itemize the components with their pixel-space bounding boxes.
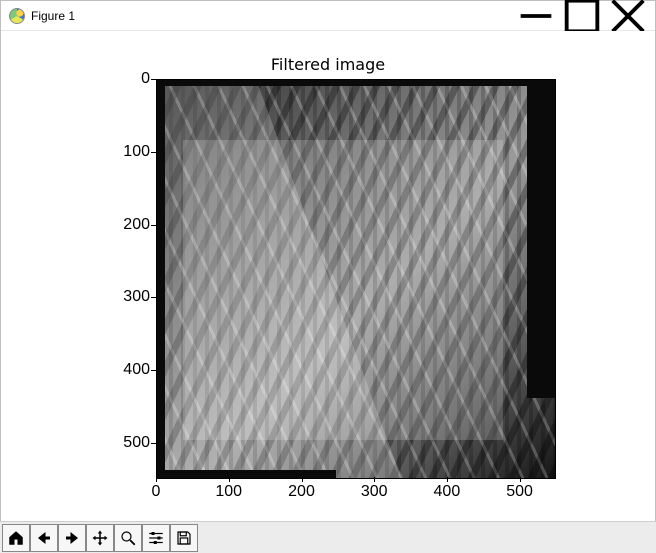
configure-subplots-button[interactable] xyxy=(142,524,170,552)
close-button[interactable] xyxy=(605,1,651,31)
image-dark-margin xyxy=(157,80,165,478)
window-title: Figure 1 xyxy=(31,9,75,23)
zoom-button[interactable] xyxy=(114,524,142,552)
magnifier-icon xyxy=(119,529,137,547)
save-button[interactable] xyxy=(170,524,198,552)
image-dark-margin xyxy=(157,470,336,478)
y-tick-label: 400 xyxy=(110,361,150,379)
titlebar[interactable]: Figure 1 xyxy=(1,1,655,31)
figure-canvas[interactable]: Filtered image 0 100 200 300 400 500 0 1… xyxy=(1,31,655,521)
move-icon xyxy=(91,529,109,547)
y-tick-label: 0 xyxy=(110,70,150,88)
image-axes[interactable] xyxy=(156,79,556,479)
floppy-disk-icon xyxy=(175,529,193,547)
x-tick-label: 300 xyxy=(354,483,394,501)
y-tick-label: 500 xyxy=(110,434,150,452)
app-icon xyxy=(9,8,25,24)
x-tick-label: 200 xyxy=(282,483,322,501)
arrow-right-icon xyxy=(63,529,81,547)
mpl-toolbar xyxy=(0,521,656,553)
filtered-region-overlay xyxy=(183,140,503,440)
minimize-button[interactable] xyxy=(513,1,559,31)
image-dark-margin xyxy=(527,80,555,398)
image-dark-margin xyxy=(157,80,555,86)
x-tick-label: 100 xyxy=(209,483,249,501)
home-icon xyxy=(7,529,25,547)
home-button[interactable] xyxy=(2,524,30,552)
y-tick-label: 200 xyxy=(110,216,150,234)
y-tick-label: 100 xyxy=(110,143,150,161)
pan-button[interactable] xyxy=(86,524,114,552)
y-tick-label: 300 xyxy=(110,288,150,306)
maximize-button[interactable] xyxy=(559,1,605,31)
x-tick-label: 500 xyxy=(500,483,540,501)
x-tick-label: 400 xyxy=(427,483,467,501)
plot-title: Filtered image xyxy=(1,55,655,74)
back-button[interactable] xyxy=(30,524,58,552)
forward-button[interactable] xyxy=(58,524,86,552)
sliders-icon xyxy=(147,529,165,547)
x-tick-label: 0 xyxy=(136,483,176,501)
arrow-left-icon xyxy=(35,529,53,547)
